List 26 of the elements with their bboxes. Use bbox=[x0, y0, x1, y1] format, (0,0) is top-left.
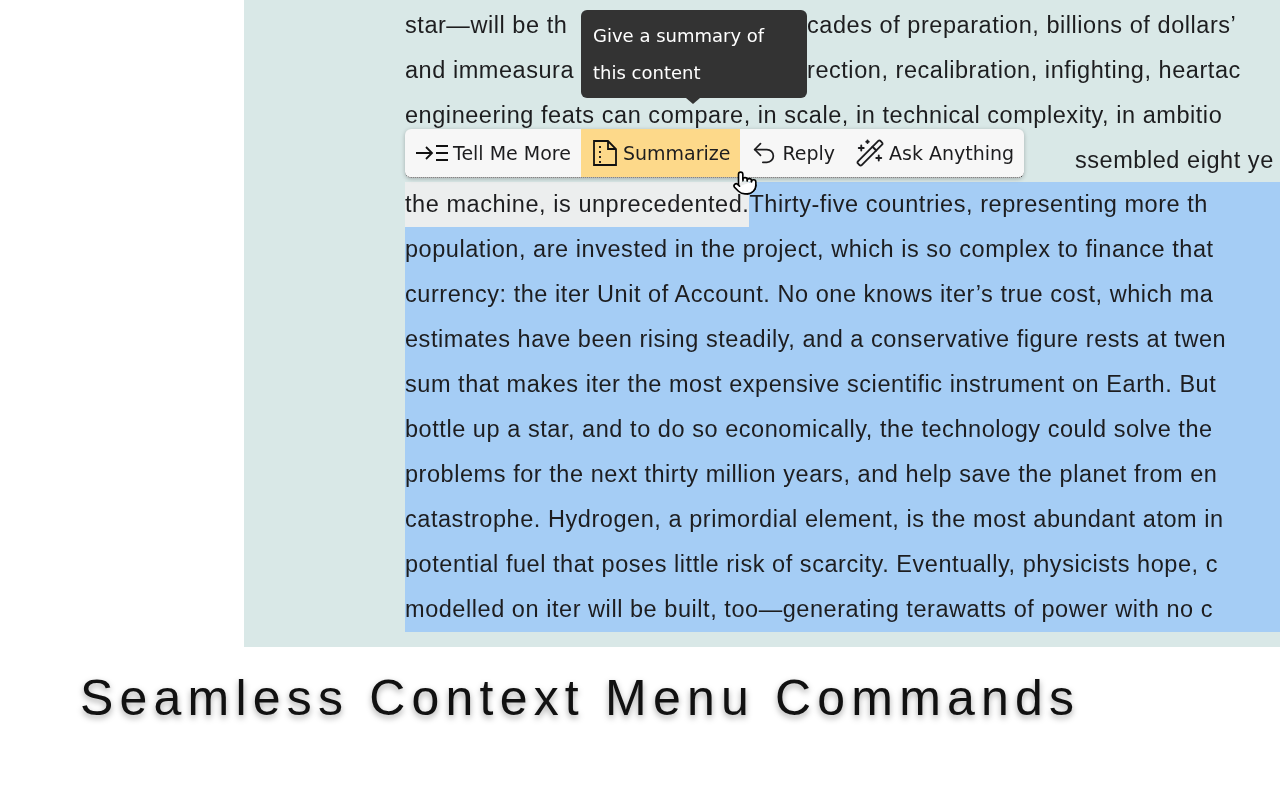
selected-text: modelled on iter will be built, too—generating terawatts of power with no c bbox=[405, 587, 1280, 632]
selected-text: population, are invested in the project, which is so complex to finance that bbox=[405, 227, 1280, 272]
indent-icon bbox=[415, 142, 449, 164]
toolbar-button[interactable]: Summarize bbox=[580, 129, 741, 177]
selected-text: problems for the next thirty million years, and help save the planet from en bbox=[405, 452, 1280, 497]
magic-wand-icon bbox=[855, 138, 886, 168]
article-text: engineering feats can compare, in scale, in technical complexity, in ambitio bbox=[405, 101, 1223, 128]
document-icon bbox=[590, 139, 619, 167]
selected-text: currency: the iter Unit of Account. No one knows iter’s true cost, which ma bbox=[405, 272, 1280, 317]
article-text: the machine, is unprecedented. bbox=[405, 182, 750, 227]
selected-text: Thirty-five countries, representing more th bbox=[749, 182, 1280, 227]
toolbar-button[interactable]: Reply bbox=[740, 129, 846, 177]
caption: Seamless Context Menu Commands bbox=[80, 669, 1082, 727]
selected-text: potential fuel that poses little risk of scarcity. Eventually, physicists hope, c bbox=[405, 542, 1280, 587]
selected-text: sum that makes iter the most expensive scientific instrument on Earth. But bbox=[405, 362, 1280, 407]
tooltip-text: Give a summary of this content bbox=[593, 24, 766, 85]
selected-text: estimates have been rising steadily, and a conservative figure rests at twen bbox=[405, 317, 1280, 362]
toolbar-button[interactable]: Ask Anything bbox=[845, 129, 1025, 177]
selected-text: catastrophe. Hydrogen, a primordial element, is the most abundant atom in bbox=[405, 497, 1280, 542]
article-text: cades of preparation, billions of dollars’ bbox=[807, 11, 1237, 38]
article-text: and immeasura bbox=[405, 56, 575, 83]
toolbar-button[interactable]: Tell Me More bbox=[405, 129, 581, 177]
selected-text: bottle up a star, and to do so economically, the technology could solve the bbox=[405, 407, 1280, 452]
article-text: rection, recalibration, infighting, heartac bbox=[807, 56, 1241, 83]
article-text: star—will be th bbox=[405, 11, 568, 38]
article-text: ssembled eight ye bbox=[1075, 146, 1274, 173]
